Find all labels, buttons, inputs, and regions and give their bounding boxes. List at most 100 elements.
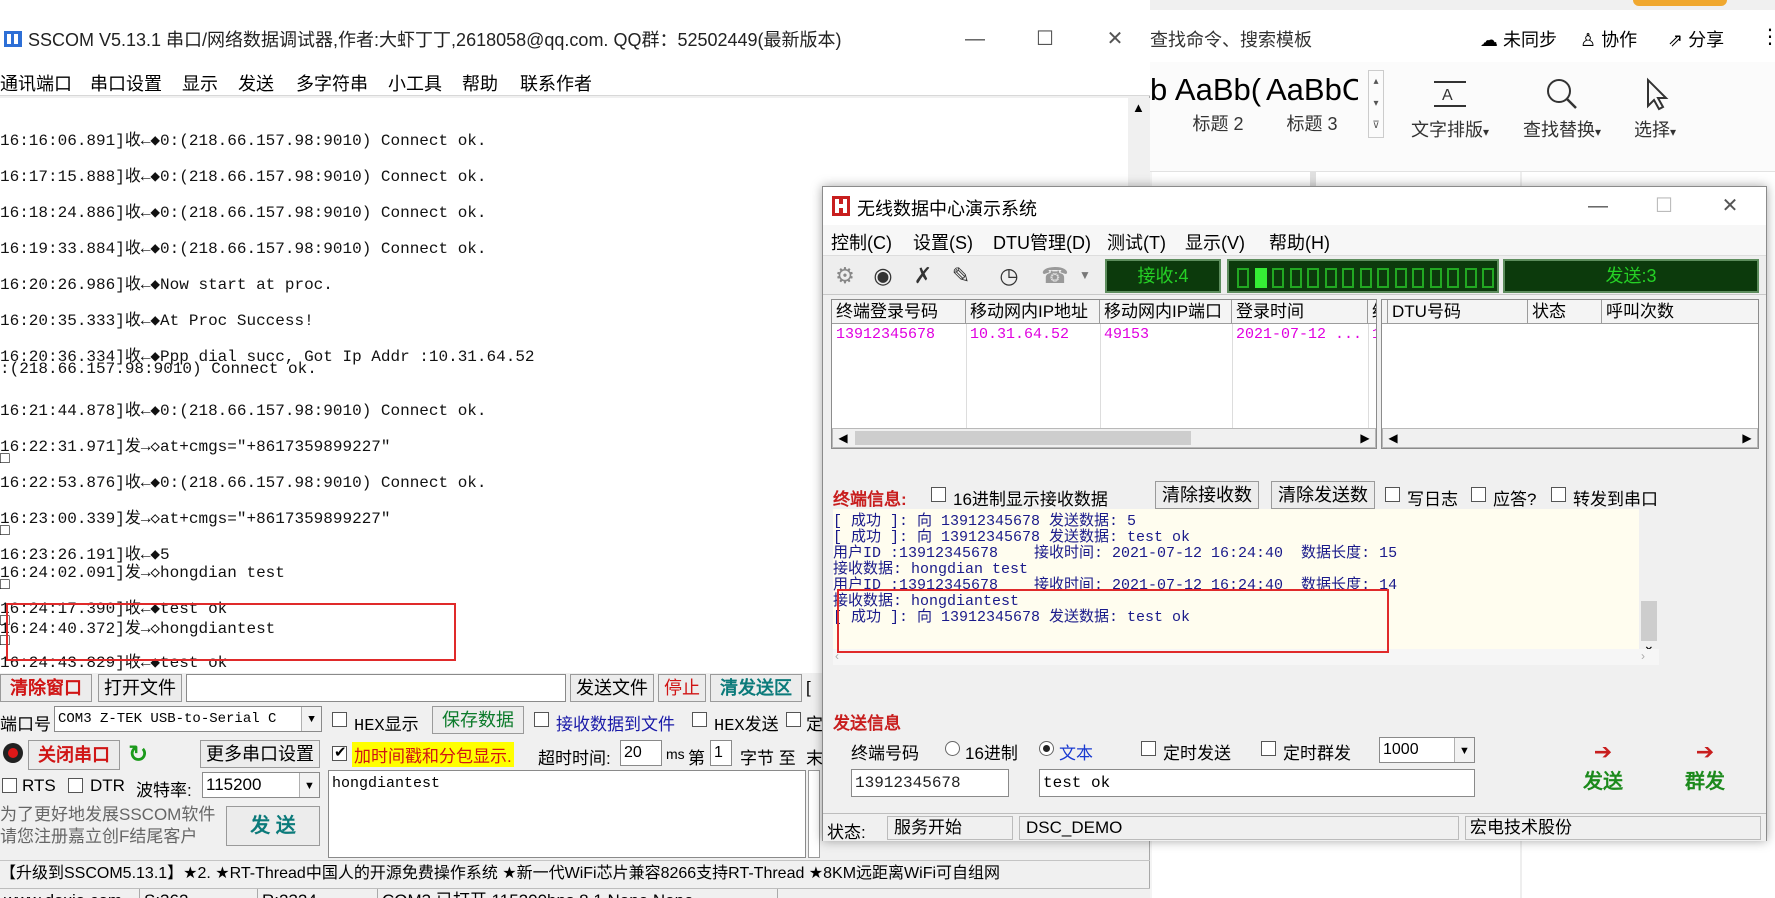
minimize-icon[interactable]: — <box>1583 191 1613 221</box>
wps-style-heading-2[interactable]: AaBb( 标题 2 <box>1172 72 1264 142</box>
phone-icon[interactable]: ☎ <box>1041 262 1069 290</box>
terminal-no-input[interactable]: 13912345678 <box>851 769 1009 797</box>
reply-checkbox[interactable] <box>1471 487 1486 502</box>
menu-help[interactable]: 帮助 <box>462 70 498 96</box>
send-data-input[interactable]: test ok <box>1039 769 1475 797</box>
recv-to-file-checkbox[interactable] <box>534 712 549 727</box>
more-port-settings-button[interactable]: 更多串口设置 <box>200 740 320 768</box>
menu-multi-string[interactable]: 多字符串 <box>296 70 368 96</box>
grid-horizontal-scrollbar[interactable]: ◀ ▶ <box>832 428 1376 448</box>
gear-icon[interactable]: ⚙ <box>831 262 859 290</box>
wps-more-icon[interactable]: ⋮ <box>1760 24 1775 49</box>
scroll-right-icon[interactable]: ▶ <box>1355 429 1375 447</box>
menu-test[interactable]: 测试(T) <box>1107 229 1166 255</box>
clear-send-area-button[interactable]: 清发送区 <box>710 674 802 702</box>
menu-settings[interactable]: 设置(S) <box>913 229 973 255</box>
menu-dtu-manage[interactable]: DTU管理(D) <box>993 229 1091 255</box>
menu-view[interactable]: 显示(V) <box>1185 229 1245 255</box>
terminal-grid[interactable]: 终端登录号码 移动网内IP地址 移动网内IP端口 登录时间 终 13912345… <box>831 299 1377 449</box>
clock-icon[interactable]: ◷ <box>995 262 1023 290</box>
disconnect-icon[interactable]: ✗ <box>909 262 937 290</box>
dtu-group-send-button[interactable]: ➔ 群发 <box>1665 739 1745 799</box>
forward-checkbox[interactable] <box>1551 487 1566 502</box>
menu-tools[interactable]: 小工具 <box>388 70 442 96</box>
scroll-left-icon[interactable]: ◀ <box>833 429 853 447</box>
grid-header[interactable]: DTU号码 <box>1388 300 1528 324</box>
menu-port[interactable]: 通讯端口 <box>0 70 72 96</box>
timestamp-checkbox[interactable] <box>332 743 347 761</box>
timeout-input[interactable]: 20 <box>620 740 662 766</box>
text-radio[interactable] <box>1039 741 1054 756</box>
scroll-left-icon[interactable]: ◀ <box>1383 429 1403 447</box>
grid-header[interactable]: 终端登录号码 <box>832 300 966 324</box>
send-button[interactable]: 发 送 <box>226 806 320 846</box>
interval-select[interactable]: 1000 ▼ <box>1379 737 1475 763</box>
wps-find-replace-button[interactable]: 查找替换▾ <box>1512 72 1612 142</box>
terminal-log-scrollbar[interactable]: ⌄ <box>1639 509 1659 653</box>
scroll-right-icon[interactable]: › <box>1641 649 1645 663</box>
scroll-thumb[interactable] <box>1641 601 1657 641</box>
wps-style-scroller[interactable]: ▴ ▾ ⊽ <box>1368 70 1384 138</box>
wps-text-layout-button[interactable]: A 文字排版▾ <box>1400 72 1500 142</box>
grid-header[interactable]: 状态 <box>1528 300 1602 324</box>
stop-button[interactable]: 停止 <box>658 674 706 702</box>
scroll-up-icon[interactable]: ▲ <box>1132 100 1145 115</box>
maximize-icon[interactable]: ☐ <box>1649 191 1679 221</box>
save-data-button[interactable]: 保存数据 <box>432 706 524 734</box>
wps-style-partial[interactable]: b <box>1150 72 1167 108</box>
minimize-icon[interactable]: — <box>960 24 990 54</box>
status-website[interactable]: www.daxia.com <box>0 889 140 898</box>
dtu-grid[interactable]: DTU号码 状态 呼叫次数 ◀ ▶ <box>1381 299 1759 449</box>
refresh-icon[interactable]: ↻ <box>128 740 148 769</box>
promo-text[interactable]: 为了更好地发展SSCOM软件 请您注册嘉立创F结尾客户 <box>0 804 220 848</box>
scroll-thumb[interactable] <box>855 431 1191 445</box>
wps-search-hint[interactable]: 查找命令、搜索模板 <box>1150 26 1312 52</box>
wps-collab-button[interactable]: ♙ 协作 <box>1580 26 1637 52</box>
grid-cell[interactable]: 1 <box>1372 326 1376 343</box>
clear-send-button[interactable]: 清除发送数 <box>1271 481 1375 509</box>
scroll-right-icon[interactable]: ▶ <box>1737 429 1757 447</box>
chevron-down-icon[interactable]: ▼ <box>1079 268 1091 282</box>
file-path-field[interactable] <box>186 674 566 702</box>
grid-cell[interactable]: 10.31.64.52 <box>970 326 1098 343</box>
menu-serial-settings[interactable]: 串口设置 <box>90 70 162 96</box>
chevron-down-icon[interactable]: ▼ <box>1454 738 1474 762</box>
timed-group-checkbox[interactable] <box>1261 741 1276 756</box>
timed-send-checkbox[interactable] <box>786 712 801 727</box>
hex-send-checkbox[interactable] <box>692 712 707 727</box>
grid-cell[interactable]: 49153 <box>1104 326 1230 343</box>
hex16-recv-checkbox[interactable] <box>931 487 946 502</box>
hex16-radio[interactable] <box>945 741 960 756</box>
grid-header[interactable]: 终 <box>1368 300 1376 324</box>
byte-index-input[interactable]: 1 <box>710 740 732 766</box>
port-select[interactable]: COM3 Z-TEK USB-to-Serial C ▼ <box>54 706 322 732</box>
tools-icon[interactable]: ✎ <box>947 262 975 290</box>
target-icon[interactable]: ◉ <box>869 262 897 290</box>
clear-recv-button[interactable]: 清除接收数 <box>1155 481 1259 509</box>
ticker-text[interactable]: 【升级到SSCOM5.13.1】★2. ★RT-Thread中国人的开源免费操作… <box>0 860 1150 886</box>
chevron-down-icon[interactable]: ▼ <box>301 707 321 731</box>
send-file-button[interactable]: 发送文件 <box>570 674 654 702</box>
wps-share-button[interactable]: ⇗ 分享 <box>1668 26 1724 52</box>
grid-header[interactable]: 移动网内IP地址 <box>966 300 1100 324</box>
wps-sync-button[interactable]: ☁ 未同步 <box>1480 26 1557 52</box>
menu-dtu-help[interactable]: 帮助(H) <box>1269 229 1330 255</box>
hex-display-checkbox[interactable] <box>332 712 347 727</box>
grid-header[interactable]: 移动网内IP端口 <box>1100 300 1232 324</box>
menu-send[interactable]: 发送 <box>238 70 274 96</box>
grid-header[interactable]: 呼叫次数 <box>1602 300 1758 324</box>
wps-orange-tab[interactable] <box>1633 0 1727 6</box>
grid-header[interactable]: 登录时间 <box>1232 300 1368 324</box>
grid-cell[interactable]: 2021-07-12 ... <box>1236 326 1364 343</box>
menu-control[interactable]: 控制(C) <box>831 229 892 255</box>
open-file-button[interactable]: 打开文件 <box>98 674 182 702</box>
wps-style-heading-3[interactable]: AaBbC( 标题 3 <box>1266 72 1358 142</box>
chevron-down-icon[interactable]: ▼ <box>299 773 319 797</box>
close-icon[interactable]: ✕ <box>1100 24 1130 54</box>
timed-send-checkbox[interactable] <box>1141 741 1156 756</box>
close-port-button[interactable]: 关闭串口 <box>28 740 120 770</box>
menu-contact[interactable]: 联系作者 <box>520 70 592 96</box>
rts-checkbox[interactable] <box>2 778 17 793</box>
baud-select[interactable]: 115200 ▼ <box>202 772 320 798</box>
dtr-checkbox[interactable] <box>68 778 83 793</box>
